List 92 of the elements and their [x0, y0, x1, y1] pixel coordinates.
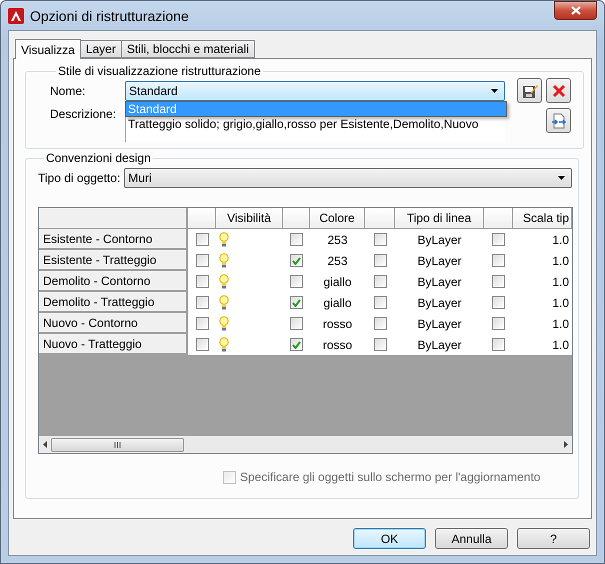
row-header[interactable]: Nuovo - Tratteggio [39, 334, 188, 355]
field-label: Nome: [50, 83, 86, 98]
table-cell: ByLayer [417, 316, 462, 330]
group-title: Convenzioni design [45, 151, 152, 165]
horizontal-scrollbar[interactable] [39, 436, 572, 453]
checkbox[interactable] [492, 233, 505, 246]
column-header[interactable] [365, 208, 395, 229]
checkbox[interactable] [290, 317, 303, 330]
checkbox[interactable] [196, 317, 208, 330]
checkbox[interactable] [196, 275, 208, 288]
app-logo-icon [8, 8, 24, 24]
window-title: Opzioni di ristrutturazione [30, 8, 189, 24]
table-cell: 1.0 [552, 274, 569, 288]
table-cell: giallo [323, 274, 352, 288]
checkbox[interactable] [374, 275, 386, 288]
column-header[interactable]: Visibilità [216, 208, 283, 229]
row-header[interactable]: Esistente - Tratteggio [39, 250, 188, 271]
checkbox[interactable] [196, 254, 208, 267]
checkbox[interactable] [290, 275, 303, 288]
checkbox[interactable] [290, 233, 303, 246]
save-button[interactable] [517, 78, 542, 103]
light-bulb-icon[interactable] [219, 316, 229, 331]
import-button[interactable] [546, 108, 571, 133]
field-label: Descrizione: [50, 106, 118, 121]
table-cell: ByLayer [417, 296, 462, 310]
left-arrow-icon[interactable] [43, 441, 47, 448]
caret-icon [491, 89, 498, 93]
right-arrow-icon[interactable] [564, 441, 568, 448]
row-header[interactable]: Demolito - Contorno [39, 271, 188, 292]
column-header[interactable] [283, 208, 310, 229]
checkbox[interactable] [492, 338, 505, 351]
table-cell: rosso [322, 316, 352, 330]
column-header[interactable]: Tipo di linea [395, 208, 484, 229]
close-icon [570, 6, 580, 15]
light-bulb-icon[interactable] [219, 274, 229, 289]
dialog-button[interactable]: Annulla [435, 528, 508, 549]
light-bulb-icon[interactable] [219, 337, 229, 352]
row-header[interactable]: Demolito - Tratteggio [39, 292, 188, 313]
scrollbar-thumb[interactable] [51, 438, 184, 452]
checkbox[interactable] [196, 233, 208, 246]
column-header[interactable] [484, 208, 513, 229]
table-cell: 1.0 [552, 338, 569, 352]
table-cell: 1.0 [552, 296, 569, 310]
group-title: Stile di visualizzazione ristrutturazione [57, 64, 262, 78]
table-cell: 1.0 [552, 232, 569, 246]
light-bulb-icon[interactable] [219, 253, 229, 268]
checkbox[interactable] [290, 338, 303, 351]
table-cell: 253 [327, 254, 348, 268]
checkbox[interactable] [492, 254, 505, 267]
light-bulb-icon[interactable] [219, 295, 229, 310]
dialog-button[interactable]: ? [517, 528, 590, 549]
checkbox[interactable] [374, 233, 386, 246]
save-icon [522, 82, 538, 98]
tab[interactable]: Stili, blocchi e materiali [120, 40, 255, 58]
checkbox[interactable] [374, 317, 386, 330]
tab[interactable]: Visualizza [15, 39, 81, 59]
tab[interactable]: Layer [80, 40, 122, 58]
row-header[interactable]: Esistente - Contorno [39, 229, 188, 250]
checkbox[interactable] [290, 254, 303, 267]
close-icon [552, 84, 566, 98]
checkbox[interactable] [492, 317, 505, 330]
row-header[interactable]: Nuovo - Contorno [39, 313, 188, 334]
column-header[interactable]: Colore [310, 208, 365, 229]
close-button[interactable] [554, 1, 597, 20]
light-bulb-icon[interactable] [219, 232, 229, 247]
checkbox[interactable] [196, 338, 208, 351]
table-cell: ByLayer [417, 254, 462, 268]
table-cell: ByLayer [417, 274, 462, 288]
field-label: Tipo di oggetto: [38, 170, 120, 185]
table-cell: 1.0 [552, 254, 569, 268]
delete-button[interactable] [546, 78, 571, 103]
checkbox[interactable] [196, 296, 208, 309]
checkbox[interactable] [374, 296, 386, 309]
caret-icon [558, 176, 566, 180]
checkbox[interactable] [492, 296, 505, 309]
table-cell: giallo [323, 296, 352, 310]
column-header[interactable] [188, 208, 216, 229]
checkbox[interactable] [492, 275, 505, 288]
checkbox[interactable] [290, 296, 303, 309]
checkbox[interactable] [374, 338, 386, 351]
document-arrows-icon [550, 112, 566, 128]
table-cell: rosso [322, 338, 352, 352]
table-cell: 1.0 [552, 316, 569, 330]
checkbox-label: Specificare gli oggetti sullo schermo per l'aggiornamento [240, 470, 540, 484]
table-cell: ByLayer [417, 232, 462, 246]
object-type-dropdown[interactable]: Muri [124, 168, 572, 188]
dialog-button[interactable]: OK [353, 528, 426, 549]
column-header[interactable]: Scala tip [513, 208, 572, 229]
checkbox[interactable] [374, 254, 386, 267]
table-cell: 253 [327, 232, 348, 246]
grip-icon [114, 442, 121, 448]
table-cell: ByLayer [417, 338, 462, 352]
